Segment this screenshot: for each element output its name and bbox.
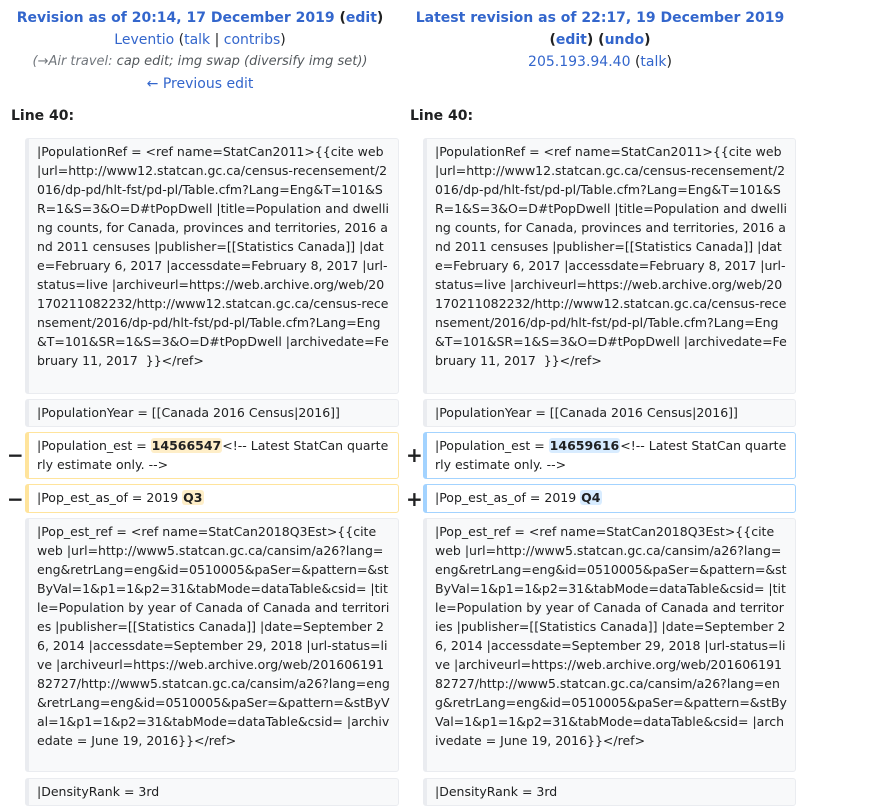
new-revision-link[interactable]: Latest revision as of 22:17, 19 December… bbox=[416, 10, 784, 26]
added-pop-est-value: 14659616 bbox=[548, 438, 621, 453]
old-revision-user-link[interactable]: Leventio bbox=[114, 32, 174, 48]
comment-section-link[interactable]: →Air travel: bbox=[38, 54, 113, 69]
old-revision-header: Revision as of 20:14, 17 December 2019 (… bbox=[0, 7, 400, 95]
old-revision-contribs-link[interactable]: contribs bbox=[224, 32, 280, 48]
paren-close: ) bbox=[280, 32, 286, 48]
deleted-line-pop-est-as-of: |Pop_est_as_of = 2019 Q3 bbox=[25, 484, 399, 513]
context-line-population-year-left: |PopulationYear = [[Canada 2016 Census|2… bbox=[25, 399, 399, 427]
added-as-of-prefix: |Pop_est_as_of = 2019 bbox=[435, 490, 581, 505]
comment-text: cap edit; img swap (diversify img set) bbox=[116, 54, 363, 69]
new-revision-actions: (edit) (undo) bbox=[549, 32, 651, 48]
deleted-pop-est-value: 14566547 bbox=[150, 438, 223, 453]
context-line-population-ref-left: |PopulationRef = <ref name=StatCan2011>{… bbox=[25, 138, 399, 394]
new-revision-header: Latest revision as of 22:17, 19 December… bbox=[400, 7, 800, 73]
new-revision-user-line: 205.193.94.40 (talk) bbox=[528, 54, 672, 70]
context-line-population-year-right: |PopulationYear = [[Canada 2016 Census|2… bbox=[423, 399, 796, 427]
context-line-pop-est-ref-left: |Pop_est_ref = <ref name=StatCan2018Q3Es… bbox=[25, 518, 399, 772]
deleted-as-of-prefix: |Pop_est_as_of = 2019 bbox=[37, 490, 183, 505]
old-revision-comment: (→Air travel: cap edit; img swap (divers… bbox=[32, 54, 368, 69]
added-pop-est-prefix: |Population_est = bbox=[435, 438, 549, 453]
new-revision-talk-link[interactable]: talk bbox=[640, 54, 666, 70]
old-revision-user-line: Leventio (talk | contribs) bbox=[114, 32, 286, 48]
paren-close: ) bbox=[376, 10, 384, 26]
undo-link[interactable]: undo bbox=[605, 32, 645, 48]
context-line-population-ref-right: |PopulationRef = <ref name=StatCan2011>{… bbox=[423, 138, 796, 394]
added-as-of-value: Q4 bbox=[580, 490, 602, 505]
context-line-density-rank-left: |DensityRank = 3rd bbox=[25, 778, 399, 806]
comment-section: (→Air travel: bbox=[32, 54, 113, 69]
deleted-pop-est-prefix: |Population_est = bbox=[37, 438, 151, 453]
added-line-pop-est-as-of: |Pop_est_as_of = 2019 Q4 bbox=[423, 484, 796, 513]
added-line-marker: + bbox=[406, 443, 423, 467]
old-revision-talk-link[interactable]: talk bbox=[184, 32, 210, 48]
previous-edit-link[interactable]: ← Previous edit bbox=[147, 76, 254, 92]
old-revision-link[interactable]: Revision as of 20:14, 17 December 2019 bbox=[17, 10, 335, 26]
deleted-line-marker: − bbox=[7, 443, 24, 467]
new-revision-title-line: Latest revision as of 22:17, 19 December… bbox=[400, 7, 800, 29]
deleted-line-marker: − bbox=[7, 487, 24, 511]
line-number-right: Line 40: bbox=[410, 108, 474, 124]
old-revision-title-line: Revision as of 20:14, 17 December 2019 (… bbox=[0, 7, 400, 29]
deleted-as-of-value: Q3 bbox=[182, 490, 204, 505]
old-revision-edit-link[interactable]: edit bbox=[346, 10, 377, 26]
new-revision-user-link[interactable]: 205.193.94.40 bbox=[528, 54, 630, 70]
added-line-marker: + bbox=[406, 487, 423, 511]
deleted-line-population-est: |Population_est = 14566547<!-- Latest St… bbox=[25, 432, 399, 479]
context-line-pop-est-ref-right: |Pop_est_ref = <ref name=StatCan2018Q3Es… bbox=[423, 518, 796, 772]
new-revision-edit-link[interactable]: edit bbox=[556, 32, 587, 48]
added-line-population-est: |Population_est = 14659616<!-- Latest St… bbox=[423, 432, 796, 479]
line-number-left: Line 40: bbox=[11, 108, 75, 124]
context-line-density-rank-right: |DensityRank = 3rd bbox=[423, 778, 796, 806]
